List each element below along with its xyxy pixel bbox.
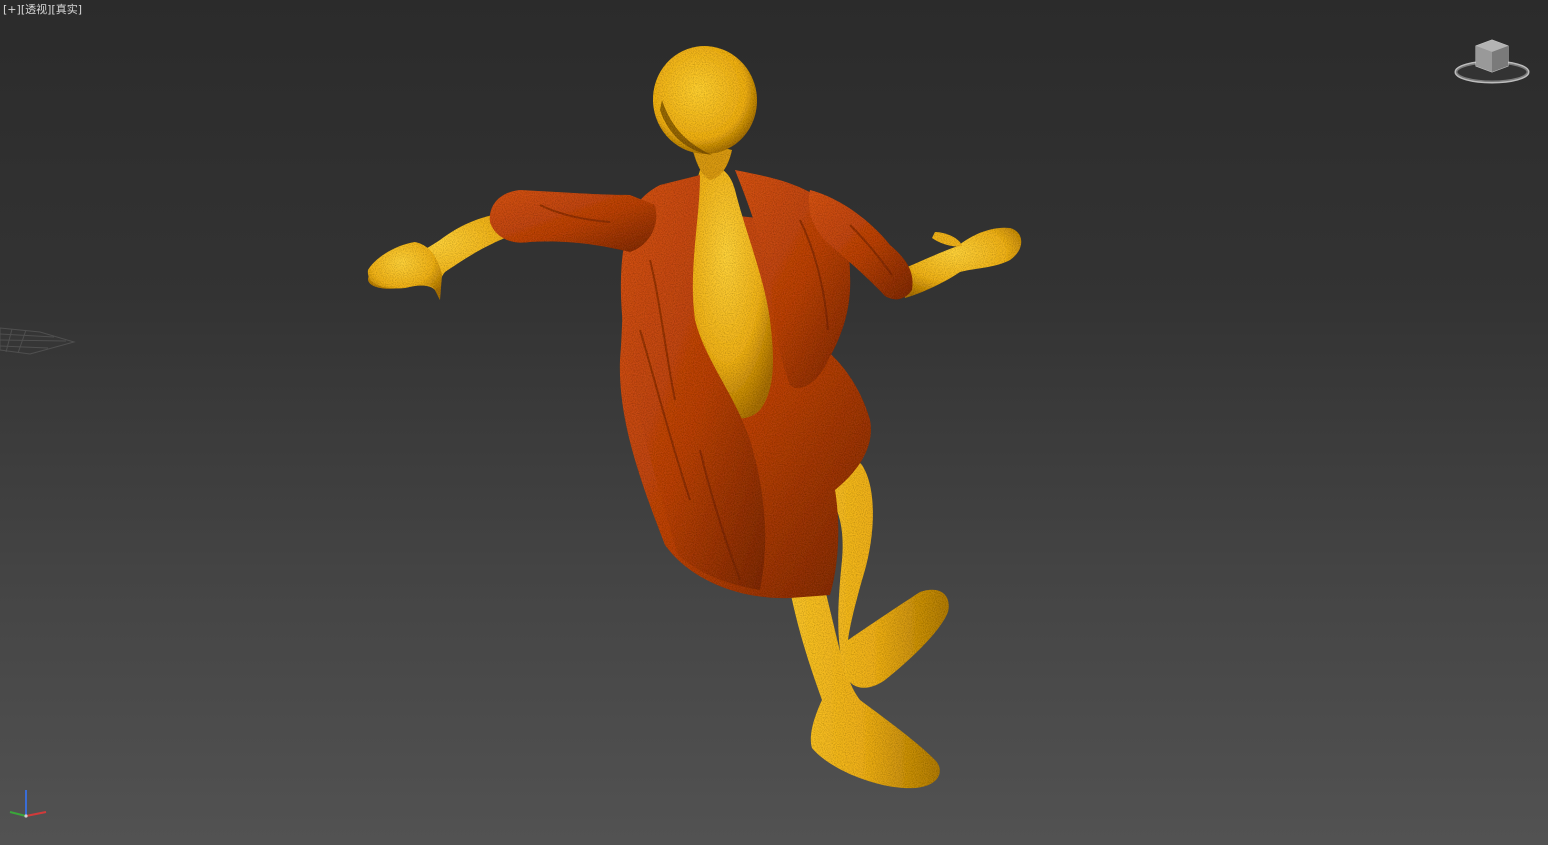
axis-tripod-icon (9, 790, 47, 818)
viewcube-icon[interactable] (1452, 32, 1532, 88)
right-arm (900, 227, 1022, 298)
head (652, 46, 758, 154)
right-thumb (932, 232, 962, 247)
scene-render (367, 46, 1022, 789)
3d-viewport[interactable]: [+] [透视] [真实] (0, 0, 1548, 845)
character (367, 46, 1022, 789)
coat-left-sleeve (489, 190, 657, 252)
